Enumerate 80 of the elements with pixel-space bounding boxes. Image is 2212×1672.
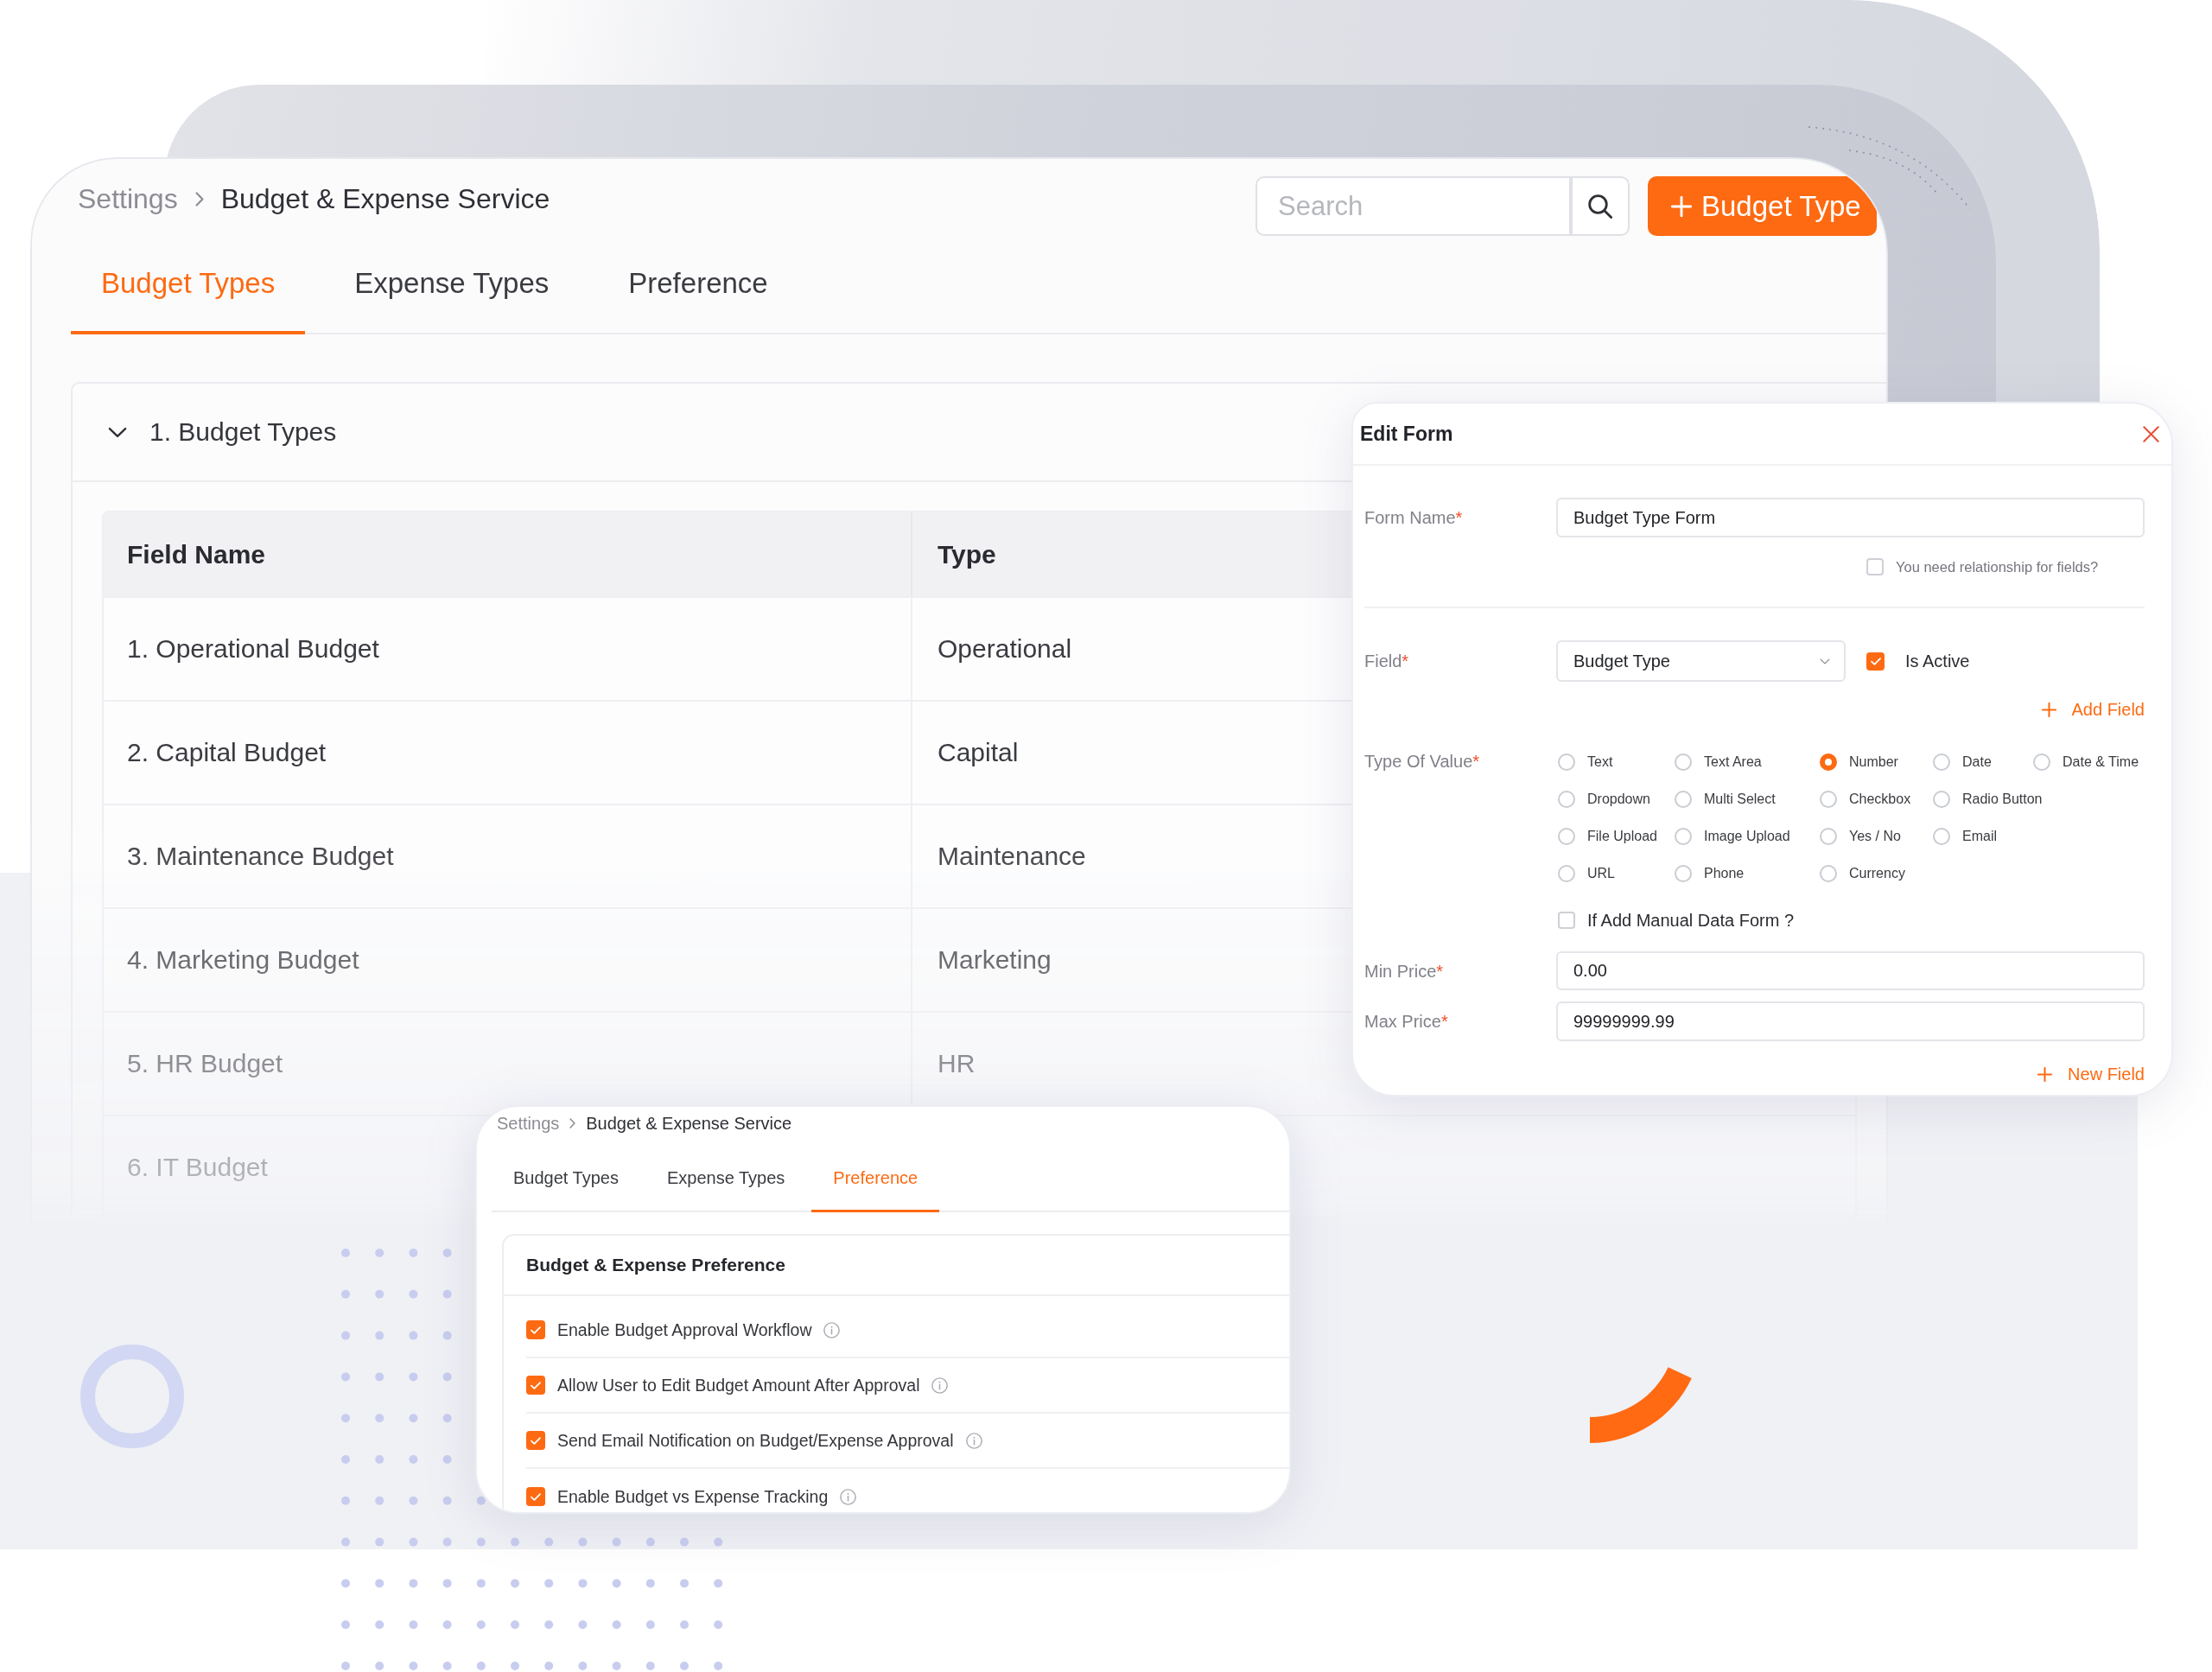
section-title: 1. Budget Types xyxy=(149,417,337,447)
search-button[interactable] xyxy=(1571,176,1630,236)
plus-icon xyxy=(2041,702,2056,717)
max-price-input[interactable]: 99999999.99 xyxy=(1556,1001,2145,1041)
checkbox[interactable] xyxy=(526,1320,545,1339)
tab[interactable]: Budget Types xyxy=(492,1159,640,1212)
radio-button[interactable] xyxy=(1933,753,1950,771)
check-icon xyxy=(1870,657,1881,665)
option-label: Date & Time xyxy=(2063,753,2139,770)
option-label: Text Area xyxy=(1704,753,1762,770)
checkbox[interactable] xyxy=(1866,652,1885,671)
check-icon xyxy=(531,1492,541,1501)
min-price-input[interactable]: 0.00 xyxy=(1556,951,2145,990)
checkbox-label: You need relationship for fields? xyxy=(1896,558,2099,575)
radio-button[interactable] xyxy=(1558,827,1575,845)
plus-icon xyxy=(1671,195,1692,217)
radio-button[interactable] xyxy=(2033,753,2050,771)
option-label: Phone xyxy=(1704,865,1745,881)
checkbox-label: Is Active xyxy=(1905,651,1970,671)
search-icon xyxy=(1588,194,1612,219)
option-label: Image Upload xyxy=(1704,828,1790,844)
chevron-down-icon xyxy=(1820,658,1830,664)
field-select[interactable]: Budget Type xyxy=(1556,640,1846,682)
info-icon[interactable] xyxy=(840,1488,857,1505)
radio-button[interactable] xyxy=(1820,864,1837,882)
breadcrumb-current: Budget & Expense Service xyxy=(586,1113,792,1134)
checkbox[interactable] xyxy=(526,1431,545,1450)
plus-icon xyxy=(2037,1066,2053,1082)
chevron-right-icon xyxy=(569,1118,576,1128)
option-label: Text xyxy=(1587,753,1613,770)
form-name-input[interactable]: Budget Type Form xyxy=(1556,498,2145,537)
info-icon[interactable] xyxy=(823,1321,841,1338)
radio-button[interactable] xyxy=(1675,864,1692,882)
tab[interactable]: Expense Types xyxy=(645,1159,807,1212)
radio-button[interactable] xyxy=(1933,790,1950,808)
radio-button[interactable] xyxy=(1675,753,1692,771)
option-label: Send Email Notification on Budget/Expense Approval xyxy=(557,1430,954,1451)
field-label: Field* xyxy=(1364,651,1410,671)
radio-button[interactable] xyxy=(1820,790,1837,808)
table-cell: 1. Operational Budget xyxy=(104,596,911,700)
checkbox[interactable] xyxy=(526,1376,545,1395)
checkbox[interactable] xyxy=(1866,558,1884,575)
radio-button[interactable] xyxy=(1820,753,1837,771)
checkbox[interactable] xyxy=(526,1487,545,1506)
tab[interactable]: Preference xyxy=(598,257,798,334)
chevron-right-icon xyxy=(194,191,204,207)
radio-button[interactable] xyxy=(1675,790,1692,808)
close-icon[interactable] xyxy=(2143,425,2159,442)
radio-button[interactable] xyxy=(1558,790,1575,808)
radio-button[interactable] xyxy=(1558,753,1575,771)
option-label: Allow User to Edit Budget Amount After Approval xyxy=(557,1375,920,1395)
option-label: Enable Budget Approval Workflow xyxy=(557,1319,812,1340)
option-label: Enable Budget vs Expense Tracking xyxy=(557,1486,829,1507)
radio-button[interactable] xyxy=(1558,864,1575,882)
field-label: Type Of Value* xyxy=(1364,751,1481,772)
option-label: Email xyxy=(1962,828,1997,844)
column-header: Field Name xyxy=(104,512,911,596)
search-field[interactable]: Search xyxy=(1255,176,1571,236)
option-label: File Upload xyxy=(1587,828,1657,844)
dialog-title: Edit Form xyxy=(1360,422,1453,446)
field-label: Min Price* xyxy=(1364,960,1445,982)
option-label: Radio Button xyxy=(1962,791,2043,807)
check-icon xyxy=(531,1381,541,1389)
check-icon xyxy=(531,1326,541,1334)
checkbox[interactable] xyxy=(1558,912,1575,929)
check-icon xyxy=(531,1436,541,1445)
chevron-down-icon[interactable] xyxy=(108,426,127,438)
card-title: Budget & Expense Preference xyxy=(526,1255,785,1275)
option-label: Date xyxy=(1962,753,1992,770)
option-label: URL xyxy=(1587,865,1615,881)
info-icon[interactable] xyxy=(931,1376,949,1394)
radio-button[interactable] xyxy=(1820,827,1837,845)
breadcrumb-current: Budget & Expense Service xyxy=(220,181,550,216)
field-label: Max Price* xyxy=(1364,1011,1449,1032)
info-icon[interactable] xyxy=(965,1432,982,1449)
checkbox-label: If Add Manual Data Form ? xyxy=(1587,910,1794,931)
radio-button[interactable] xyxy=(1933,827,1950,845)
radio-button[interactable] xyxy=(1675,827,1692,845)
table-cell: 2. Capital Budget xyxy=(104,700,911,804)
tab[interactable]: Expense Types xyxy=(324,257,580,334)
